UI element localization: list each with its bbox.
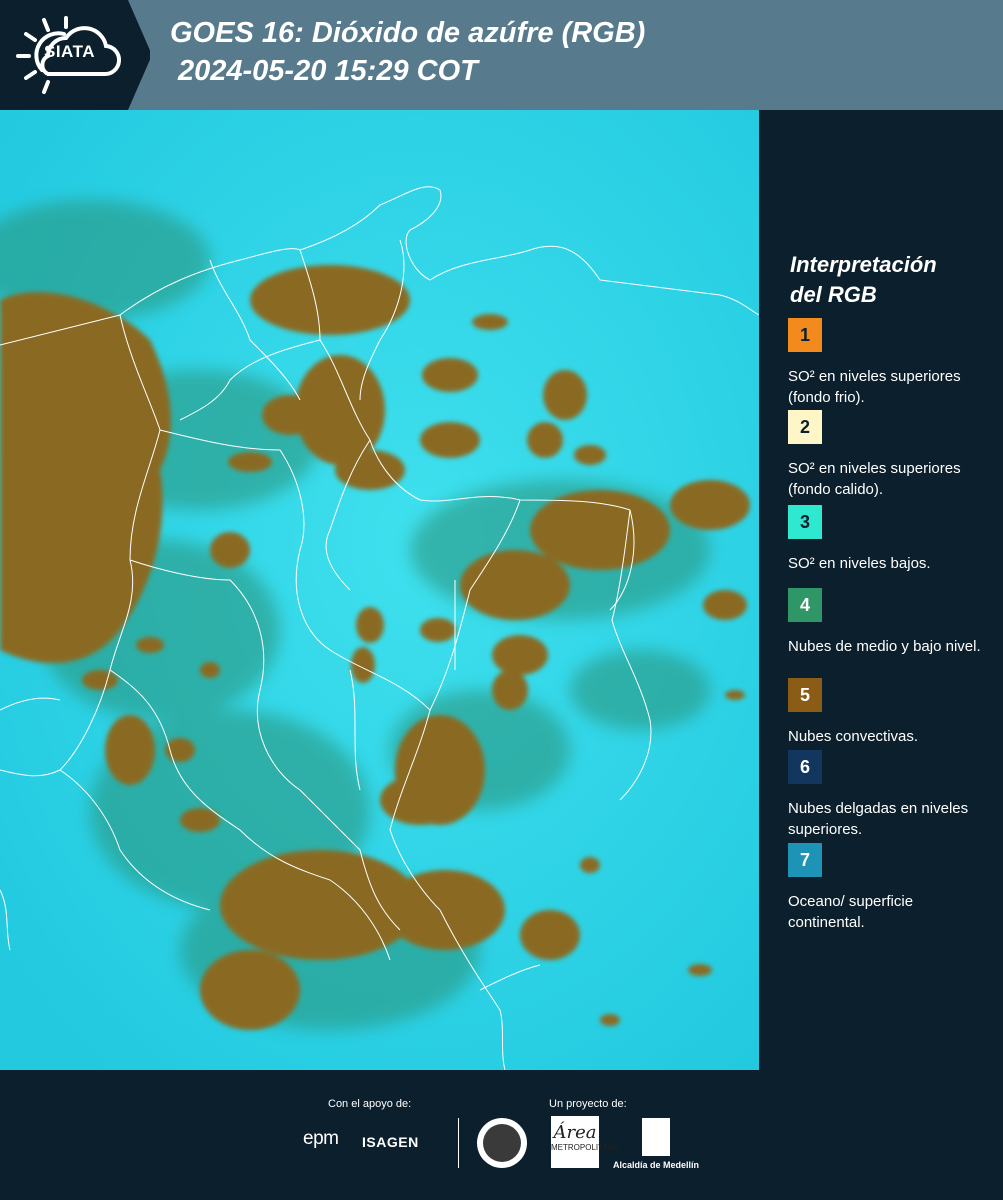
legend-label: Nubes de medio y bajo nivel. [788, 638, 981, 655]
medellin-seal-logo [477, 1118, 527, 1168]
page-title: GOES 16: Dióxido de azúfre (RGB) 2024-05… [170, 14, 645, 90]
legend-swatch: 3 [788, 505, 822, 539]
legend-title-line2: del RGB [790, 282, 877, 307]
legend-item-3: 3 SO² en niveles bajos. [788, 505, 988, 574]
legend-item-5: 5 Nubes convectivas. [788, 678, 988, 747]
header-bar: SIATA GOES 16: Dióxido de azúfre (RGB) 2… [0, 0, 1003, 110]
area-metropolitana-logo: Área METROPOLITANA [551, 1116, 619, 1168]
legend-label: Nubes delgadas en niveles superiores. [788, 800, 969, 838]
legend-title-line1: Interpretación [790, 252, 937, 277]
legend-swatch: 4 [788, 588, 822, 622]
legend-item-7: 7 Oceano/ superficie continental. [788, 843, 988, 933]
legend-panel: Interpretación del RGB 1 SO² en niveles s… [760, 110, 1003, 1070]
title-timestamp: 2024-05-20 15:29 COT [178, 55, 478, 87]
legend-swatch: 5 [788, 678, 822, 712]
siata-logo: SIATA [0, 0, 150, 110]
support-label: Con el apoyo de: [328, 1098, 412, 1110]
legend-label: SO² en niveles superiores (fondo frio). [788, 368, 961, 406]
epm-logo: epm [303, 1128, 339, 1149]
project-label: Un proyecto de: [549, 1098, 627, 1110]
map-canvas [0, 110, 759, 1070]
legend-swatch: 7 [788, 843, 822, 877]
legend-item-4: 4 Nubes de medio y bajo nivel. [788, 588, 988, 657]
isagen-logo: ISAGEN [362, 1134, 419, 1150]
legend-swatch: 1 [788, 318, 822, 352]
satellite-map[interactable] [0, 110, 759, 1070]
alcaldia-logo-text: Alcaldía de Medellín [613, 1160, 700, 1170]
legend-label: Oceano/ superficie continental. [788, 893, 914, 931]
legend-label: SO² en niveles bajos. [788, 555, 931, 572]
legend-item-2: 2 SO² en niveles superiores (fondo calido… [788, 410, 988, 500]
legend-label: Nubes convectivas. [788, 728, 919, 745]
footer: Con el apoyo de: Un proyecto de: epm ISA… [0, 1070, 1003, 1200]
legend-label: SO² en niveles superiores (fondo calido)… [788, 460, 961, 498]
title-product: GOES 16: Dióxido de azúfre (RGB) [170, 17, 646, 49]
legend-swatch: 2 [788, 410, 822, 444]
logo-text: SIATA [44, 42, 95, 61]
legend-swatch: 6 [788, 750, 822, 784]
footer-divider [458, 1118, 459, 1168]
legend-item-6: 6 Nubes delgadas en niveles superiores. [788, 750, 988, 840]
alcaldia-shield-icon [642, 1118, 670, 1156]
legend-item-1: 1 SO² en niveles superiores (fondo frio). [788, 318, 988, 408]
legend-title: Interpretación del RGB [790, 250, 937, 310]
